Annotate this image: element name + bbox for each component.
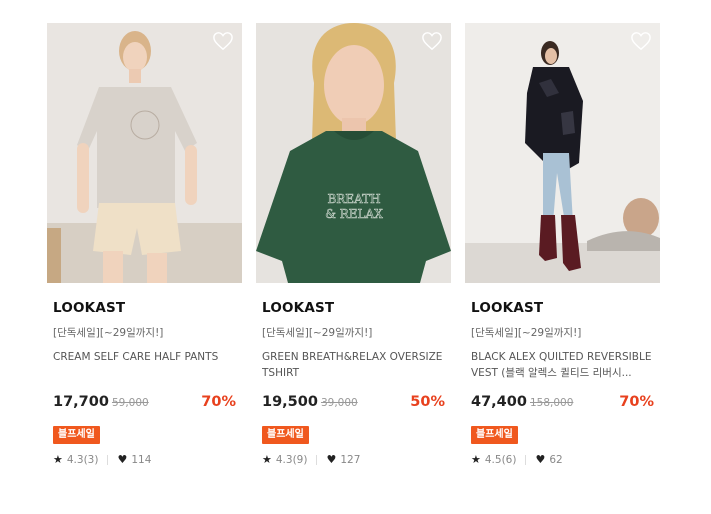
star-icon: ★ (262, 453, 272, 466)
sale-badge: 블프세일 (53, 426, 100, 444)
star-icon: ★ (53, 453, 63, 466)
sale-badge: 블프세일 (471, 426, 518, 444)
review-meta: ★ 4.5(6) ♥ 62 (471, 453, 660, 467)
brand-name[interactable]: LOOKAST (262, 300, 451, 317)
divider (316, 455, 318, 465)
brand-name[interactable]: LOOKAST (471, 300, 660, 317)
product-card[interactable]: BREATH & RELAX LOOKAST [단독세일][~29일까지!] G… (256, 23, 451, 467)
product-card[interactable]: LOOKAST [단독세일][~29일까지!] CREAM SELF CARE … (47, 23, 242, 467)
like-count: 114 (131, 454, 152, 466)
sale-price: 19,500 (262, 394, 318, 410)
rating-text: 4.3(3) (66, 454, 99, 466)
divider (525, 455, 527, 465)
sale-badge: 블프세일 (262, 426, 309, 444)
discount-rate: 70% (201, 394, 236, 410)
original-price: 158,000 (529, 397, 574, 409)
product-grid: LOOKAST [단독세일][~29일까지!] CREAM SELF CARE … (47, 23, 660, 467)
product-name[interactable]: BLACK ALEX QUILTED REVERSIBLE VEST (블랙 알… (471, 349, 654, 381)
product-image[interactable]: BREATH & RELAX (256, 23, 451, 283)
product-photo-black-vest (465, 23, 660, 283)
heart-filled-icon: ♥ (326, 453, 337, 466)
rating-text: 4.3(9) (275, 454, 308, 466)
promo-text: [단독세일][~29일까지!] (262, 327, 373, 339)
review-meta: ★ 4.3(9) ♥ 127 (262, 453, 451, 467)
promo-text: [단독세일][~29일까지!] (471, 327, 582, 339)
original-price: 59,000 (111, 397, 149, 409)
print-text-line1: BREATH (327, 192, 380, 206)
product-card[interactable]: LOOKAST [단독세일][~29일까지!] BLACK ALEX QUILT… (465, 23, 660, 467)
wishlist-button[interactable] (421, 31, 443, 51)
rating-text: 4.5(6) (484, 454, 517, 466)
heart-outline-icon (631, 32, 651, 51)
product-image[interactable] (47, 23, 242, 283)
heart-outline-icon (422, 32, 442, 51)
promo-text: [단독세일][~29일까지!] (53, 327, 164, 339)
sale-price: 47,400 (471, 394, 527, 410)
heart-filled-icon: ♥ (535, 453, 546, 466)
print-text-line2: & RELAX (325, 207, 383, 221)
like-count: 62 (549, 454, 563, 466)
price-row: 17,700 59,000 70% (53, 394, 236, 412)
discount-rate: 70% (619, 394, 654, 410)
price-row: 47,400 158,000 70% (471, 394, 654, 412)
star-icon: ★ (471, 453, 481, 466)
heart-outline-icon (213, 32, 233, 51)
original-price: 39,000 (320, 397, 358, 409)
divider (107, 455, 109, 465)
heart-filled-icon: ♥ (117, 453, 128, 466)
product-image[interactable] (465, 23, 660, 283)
brand-name[interactable]: LOOKAST (53, 300, 242, 317)
product-name[interactable]: GREEN BREATH&RELAX OVERSIZE TSHIRT (262, 349, 445, 381)
like-count: 127 (340, 454, 361, 466)
discount-rate: 50% (410, 394, 445, 410)
price-row: 19,500 39,000 50% (262, 394, 445, 412)
product-name[interactable]: CREAM SELF CARE HALF PANTS (53, 349, 236, 381)
sale-price: 17,700 (53, 394, 109, 410)
product-photo-green-tshirt: BREATH & RELAX (256, 23, 451, 283)
product-photo-cream-tee-shorts (47, 23, 242, 283)
wishlist-button[interactable] (630, 31, 652, 51)
review-meta: ★ 4.3(3) ♥ 114 (53, 453, 242, 467)
wishlist-button[interactable] (212, 31, 234, 51)
